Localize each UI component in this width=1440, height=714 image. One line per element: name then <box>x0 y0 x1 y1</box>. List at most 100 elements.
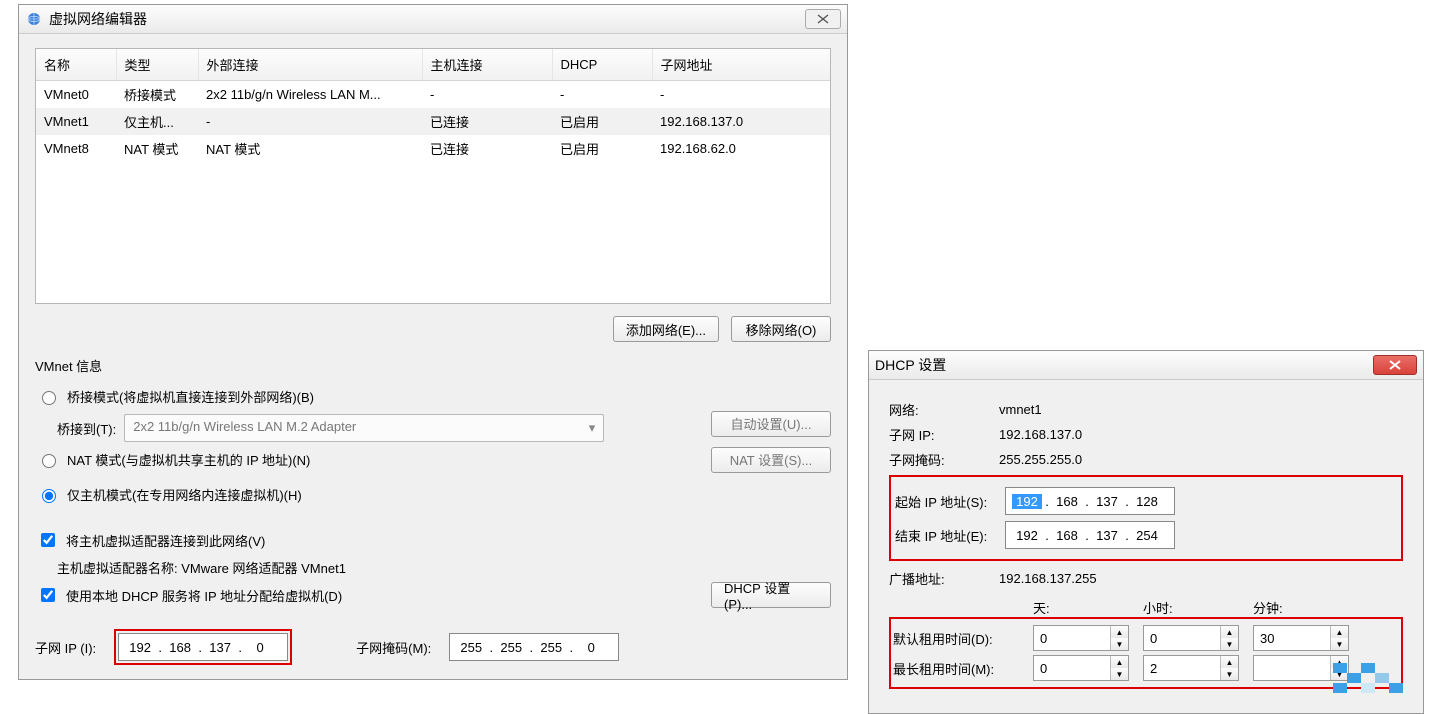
subnet-ip-input[interactable]: 192. 168. 137. 0 <box>118 633 288 661</box>
radio-row-nat[interactable]: NAT 模式(与虚拟机共享主机的 IP 地址)(N) <box>37 450 701 469</box>
spin-up-icon[interactable]: ▲ <box>1111 656 1128 668</box>
spin-up-icon[interactable]: ▲ <box>1331 626 1348 638</box>
ip-range-highlight: 起始 IP 地址(S): 192. 168. 137. 128 结束 IP 地址… <box>889 475 1403 561</box>
table-row[interactable]: VMnet0桥接模式2x2 11b/g/n Wireless LAN M...-… <box>36 81 830 109</box>
col-external[interactable]: 外部连接 <box>198 49 422 81</box>
col-name[interactable]: 名称 <box>36 49 116 81</box>
close-icon <box>817 14 829 24</box>
start-ip-input[interactable]: 192. 168. 137. 128 <box>1005 487 1175 515</box>
col-type[interactable]: 类型 <box>116 49 198 81</box>
spin-down-icon[interactable]: ▼ <box>1111 638 1128 650</box>
end-ip-input[interactable]: 192. 168. 137. 254 <box>1005 521 1175 549</box>
nat-radio-label: NAT 模式(与虚拟机共享主机的 IP 地址)(N) <box>67 450 310 469</box>
cell-dhcp: - <box>552 81 652 109</box>
dhcp-settings-button[interactable]: DHCP 设置(P)... <box>711 582 831 608</box>
dhcp-subnetip-label: 子网 IP: <box>889 425 999 444</box>
table-row[interactable]: VMnet8NAT 模式NAT 模式已连接已启用192.168.62.0 <box>36 135 830 162</box>
dhcp-subnetmask-value: 255.255.255.0 <box>999 452 1403 467</box>
default-days-spinner[interactable]: 0▲▼ <box>1033 625 1129 651</box>
table-actions: 添加网络(E)... 移除网络(O) <box>35 316 831 342</box>
cell-name: VMnet0 <box>36 81 116 109</box>
lease-highlight: 默认租用时间(D): 0▲▼ 0▲▼ 30▲▼ 最长租用时间(M): 0▲▼ 2… <box>889 617 1403 689</box>
max-lease-label: 最长租用时间(M): <box>893 659 1033 678</box>
close-icon <box>1389 360 1401 370</box>
col-dhcp[interactable]: DHCP <box>552 49 652 81</box>
subnet-fields-row: 子网 IP (I): 192. 168. 137. 0 子网掩码(M): 255… <box>35 629 831 665</box>
cell-subnet: 192.168.137.0 <box>652 108 830 135</box>
dhcp-settings-window: DHCP 设置 网络:vmnet1 子网 IP:192.168.137.0 子网… <box>868 350 1424 714</box>
check-row-connect-host[interactable]: 将主机虚拟适配器连接到此网络(V) <box>37 530 831 550</box>
bridge-to-label: 桥接到(T): <box>57 419 116 438</box>
bridge-radio-label: 桥接模式(将虚拟机直接连接到外部网络)(B) <box>67 387 314 406</box>
spin-up-icon[interactable]: ▲ <box>1221 656 1238 668</box>
col-host[interactable]: 主机连接 <box>422 49 552 81</box>
nat-radio[interactable] <box>42 454 56 468</box>
cell-external: - <box>198 108 422 135</box>
default-hours-spinner[interactable]: 0▲▼ <box>1143 625 1239 651</box>
close-button[interactable] <box>1373 355 1417 375</box>
auto-settings-button[interactable]: 自动设置(U)... <box>711 411 831 437</box>
broadcast-label: 广播地址: <box>889 569 999 588</box>
spin-down-icon[interactable]: ▼ <box>1221 668 1238 680</box>
cell-type: 仅主机... <box>116 108 198 135</box>
dhcp-window-title: DHCP 设置 <box>875 355 946 375</box>
start-ip-label: 起始 IP 地址(S): <box>895 492 1005 511</box>
subnet-mask-input[interactable]: 255. 255. 255. 0 <box>449 633 619 661</box>
radio-row-hostonly[interactable]: 仅主机模式(在专用网络内连接虚拟机)(H) <box>37 485 831 504</box>
virtual-network-editor-window: 虚拟网络编辑器 名称 类型 外部连接 主机连接 DHCP 子网地址 <box>18 4 848 680</box>
cell-host: 已连接 <box>422 108 552 135</box>
network-table-container: 名称 类型 外部连接 主机连接 DHCP 子网地址 VMnet0桥接模式2x2 … <box>35 48 831 304</box>
adapter-name-text: 主机虚拟适配器名称: VMware 网络适配器 VMnet1 <box>57 558 831 577</box>
use-dhcp-checkbox[interactable] <box>41 588 55 602</box>
connect-host-label: 将主机虚拟适配器连接到此网络(V) <box>66 531 265 550</box>
spin-down-icon[interactable]: ▼ <box>1221 638 1238 650</box>
vnet-window-body: 名称 类型 外部连接 主机连接 DHCP 子网地址 VMnet0桥接模式2x2 … <box>19 34 847 679</box>
dhcp-subnetip-value: 192.168.137.0 <box>999 427 1403 442</box>
radio-row-bridge[interactable]: 桥接模式(将虚拟机直接连接到外部网络)(B) <box>37 387 701 406</box>
cell-subnet: - <box>652 81 830 109</box>
vnet-window-title: 虚拟网络编辑器 <box>49 9 147 29</box>
dhcp-subnetmask-label: 子网掩码: <box>889 450 999 469</box>
default-lease-label: 默认租用时间(D): <box>893 629 1033 648</box>
spin-up-icon[interactable]: ▲ <box>1221 626 1238 638</box>
bridge-radio[interactable] <box>42 391 56 405</box>
cell-type: 桥接模式 <box>116 81 198 109</box>
bridge-to-select[interactable]: 2x2 11b/g/n Wireless LAN M.2 Adapter ▾ <box>124 414 604 442</box>
close-button[interactable] <box>805 9 841 29</box>
spin-up-icon[interactable]: ▲ <box>1111 626 1128 638</box>
col-subnet[interactable]: 子网地址 <box>652 49 830 81</box>
vmnet-info-label: VMnet 信息 <box>35 356 831 375</box>
subnet-ip-highlight: 192. 168. 137. 0 <box>114 629 292 665</box>
spin-down-icon[interactable]: ▼ <box>1331 638 1348 650</box>
hostonly-radio-label: 仅主机模式(在专用网络内连接虚拟机)(H) <box>67 485 302 504</box>
cell-dhcp: 已启用 <box>552 108 652 135</box>
max-days-spinner[interactable]: 0▲▼ <box>1033 655 1129 681</box>
dhcp-titlebar: DHCP 设置 <box>869 351 1423 380</box>
vmnet-info-group: VMnet 信息 桥接模式(将虚拟机直接连接到外部网络)(B) 桥接到(T): … <box>35 356 831 665</box>
broadcast-value: 192.168.137.255 <box>999 571 1403 586</box>
cell-dhcp: 已启用 <box>552 135 652 162</box>
connect-host-checkbox[interactable] <box>41 533 55 547</box>
bridge-to-value: 2x2 11b/g/n Wireless LAN M.2 Adapter <box>133 419 356 434</box>
cell-subnet: 192.168.62.0 <box>652 135 830 162</box>
lease-headers: 天: 小时: 分钟: <box>889 598 1403 617</box>
dhcp-window-body: 网络:vmnet1 子网 IP:192.168.137.0 子网掩码:255.2… <box>869 380 1423 713</box>
default-minutes-spinner[interactable]: 30▲▼ <box>1253 625 1349 651</box>
remove-network-button[interactable]: 移除网络(O) <box>731 316 831 342</box>
max-hours-spinner[interactable]: 2▲▼ <box>1143 655 1239 681</box>
add-network-button[interactable]: 添加网络(E)... <box>613 316 719 342</box>
hostonly-radio[interactable] <box>42 489 56 503</box>
use-dhcp-label: 使用本地 DHCP 服务将 IP 地址分配给虚拟机(D) <box>66 586 342 605</box>
cell-external: NAT 模式 <box>198 135 422 162</box>
table-row[interactable]: VMnet1仅主机...-已连接已启用192.168.137.0 <box>36 108 830 135</box>
check-row-use-dhcp[interactable]: 使用本地 DHCP 服务将 IP 地址分配给虚拟机(D) <box>37 585 701 605</box>
minutes-header: 分钟: <box>1249 598 1359 617</box>
spin-down-icon[interactable]: ▼ <box>1111 668 1128 680</box>
nat-settings-button[interactable]: NAT 设置(S)... <box>711 447 831 473</box>
end-ip-label: 结束 IP 地址(E): <box>895 526 1005 545</box>
globe-icon <box>25 10 43 28</box>
cell-name: VMnet8 <box>36 135 116 162</box>
cell-name: VMnet1 <box>36 108 116 135</box>
dhcp-network-value: vmnet1 <box>999 402 1403 417</box>
subnet-mask-label: 子网掩码(M): <box>356 638 431 657</box>
